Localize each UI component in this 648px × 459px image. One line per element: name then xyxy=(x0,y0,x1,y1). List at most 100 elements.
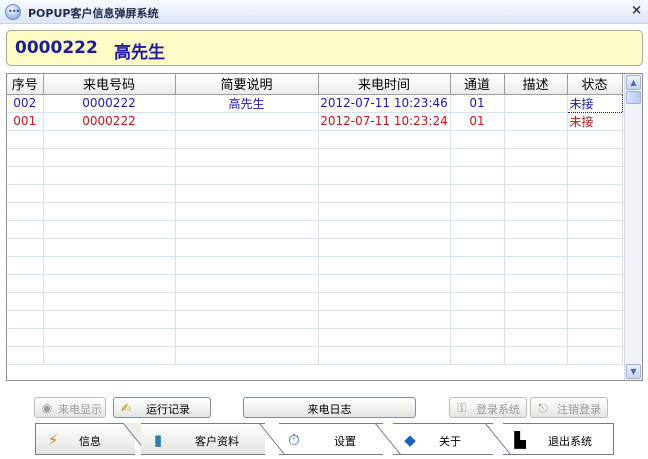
nav-info-button[interactable]: ⚡ 信息 xyxy=(35,423,135,455)
empty-cell xyxy=(567,310,623,329)
login-button[interactable]: ⚿ 登录系统 xyxy=(449,397,527,418)
call-table: 序号 来电号码 简要说明 来电时间 通道 描述 状态 002 0000222 高先生… xyxy=(7,74,623,365)
empty-cell xyxy=(43,346,176,365)
caller-number: 0000222 xyxy=(15,38,98,58)
cell-channel: 01 xyxy=(450,112,505,131)
empty-cell xyxy=(175,130,319,149)
column-header-status[interactable]: 状态 xyxy=(567,74,623,95)
keys-icon: ⚿ xyxy=(457,401,467,415)
empty-cell xyxy=(504,256,568,275)
empty-cell xyxy=(318,220,451,239)
caller-name: 高先生 xyxy=(114,43,165,63)
empty-cell xyxy=(7,346,44,365)
empty-cell xyxy=(567,274,623,293)
empty-cell xyxy=(175,328,319,347)
run-log-label: 运行记录 xyxy=(146,403,190,416)
empty-cell xyxy=(504,274,568,293)
empty-cell xyxy=(504,148,568,167)
cell-desc xyxy=(504,112,568,131)
empty-cell xyxy=(450,220,505,239)
scroll-thumb[interactable] xyxy=(626,91,641,104)
logout-button[interactable]: ⎋ 注销登录 xyxy=(530,397,608,418)
empty-cell xyxy=(43,310,176,329)
empty-cell xyxy=(43,220,176,239)
nav-settings-button[interactable]: ⏱ 设置 xyxy=(279,423,383,455)
empty-row xyxy=(7,238,623,257)
empty-cell xyxy=(175,184,319,203)
nav-about-label: 关于 xyxy=(439,435,461,448)
empty-cell xyxy=(318,184,451,203)
table-row[interactable]: 001 0000222 2012-07-11 10:23:24 01 未接 xyxy=(7,112,623,131)
empty-cell xyxy=(318,292,451,311)
column-header-summary[interactable]: 简要说明 xyxy=(175,74,319,95)
caller-display-label: 来电显示 xyxy=(58,403,102,416)
empty-cell xyxy=(567,184,623,203)
empty-row xyxy=(7,202,623,221)
circle-icon: ◉ xyxy=(41,401,53,415)
empty-cell xyxy=(175,310,319,329)
scroll-up-icon[interactable]: ▲ xyxy=(626,75,641,90)
empty-cell xyxy=(504,292,568,311)
empty-cell xyxy=(43,202,176,221)
empty-cell xyxy=(567,256,623,275)
empty-cell xyxy=(504,238,568,257)
empty-cell xyxy=(7,274,44,293)
call-list-grid[interactable]: 序号 来电号码 简要说明 来电时间 通道 描述 状态 002 0000222 高先生… xyxy=(6,73,643,381)
empty-cell xyxy=(7,328,44,347)
logout-label: 注销登录 xyxy=(557,403,601,416)
empty-cell xyxy=(450,328,505,347)
run-log-button[interactable]: ✍ 运行记录 xyxy=(113,397,211,418)
empty-cell xyxy=(567,130,623,149)
column-header-seq[interactable]: 序号 xyxy=(7,74,44,95)
scroll-down-icon[interactable]: ▼ xyxy=(626,364,641,379)
empty-cell xyxy=(43,256,176,275)
empty-cell xyxy=(318,274,451,293)
nav-customer-button[interactable]: ▮ 客户资料 xyxy=(141,423,265,455)
empty-cell xyxy=(318,238,451,257)
empty-cell xyxy=(567,238,623,257)
column-header-time[interactable]: 来电时间 xyxy=(318,74,451,95)
close-icon[interactable]: × xyxy=(631,3,642,18)
caller-info-panel: 0000222 高先生 xyxy=(6,30,643,66)
column-header-channel[interactable]: 通道 xyxy=(450,74,505,95)
column-header-phone[interactable]: 来电号码 xyxy=(43,74,176,95)
empty-cell xyxy=(567,346,623,365)
column-header-desc[interactable]: 描述 xyxy=(504,74,568,95)
empty-cell xyxy=(450,184,505,203)
stopwatch-icon: ⏱ xyxy=(288,431,300,449)
nav-settings-label: 设置 xyxy=(334,435,356,448)
empty-cell xyxy=(450,238,505,257)
empty-cell xyxy=(7,202,44,221)
table-row[interactable]: 002 0000222 高先生 2012-07-11 10:23:46 01 未接 xyxy=(7,93,623,113)
empty-cell xyxy=(175,346,319,365)
empty-cell xyxy=(7,130,44,149)
empty-row xyxy=(7,346,623,365)
empty-row xyxy=(7,310,623,329)
call-log-label: 来电日志 xyxy=(307,403,352,416)
empty-cell xyxy=(7,166,44,185)
empty-cell xyxy=(175,148,319,167)
empty-row xyxy=(7,256,623,275)
nav-about-button[interactable]: ◆ 关于 xyxy=(393,423,493,455)
window-title: POPUP客户信息弹屏系统 xyxy=(28,7,159,20)
login-label: 登录系统 xyxy=(476,403,520,416)
empty-cell xyxy=(504,310,568,329)
nav-customer-label: 客户资料 xyxy=(195,435,239,448)
table-header: 序号 来电号码 简要说明 来电时间 通道 描述 状态 xyxy=(7,74,623,95)
empty-cell xyxy=(43,274,176,293)
chat-bubble-icon: ••• xyxy=(5,4,21,20)
empty-cell xyxy=(175,292,319,311)
cell-seq: 002 xyxy=(7,94,44,113)
caller-display-button[interactable]: ◉ 来电显示 xyxy=(34,397,106,418)
call-log-button[interactable]: 来电日志 xyxy=(243,397,416,418)
nav-exit-button[interactable]: ▙ 退出系统 xyxy=(503,423,614,455)
empty-cell xyxy=(175,274,319,293)
empty-row xyxy=(7,220,623,239)
empty-cell xyxy=(318,346,451,365)
empty-cell xyxy=(7,238,44,257)
empty-cell xyxy=(7,292,44,311)
empty-cell xyxy=(318,148,451,167)
magic-wand-icon: ⚡ xyxy=(47,431,59,449)
vertical-scrollbar[interactable]: ▲ ▼ xyxy=(624,74,642,380)
empty-row xyxy=(7,130,623,149)
